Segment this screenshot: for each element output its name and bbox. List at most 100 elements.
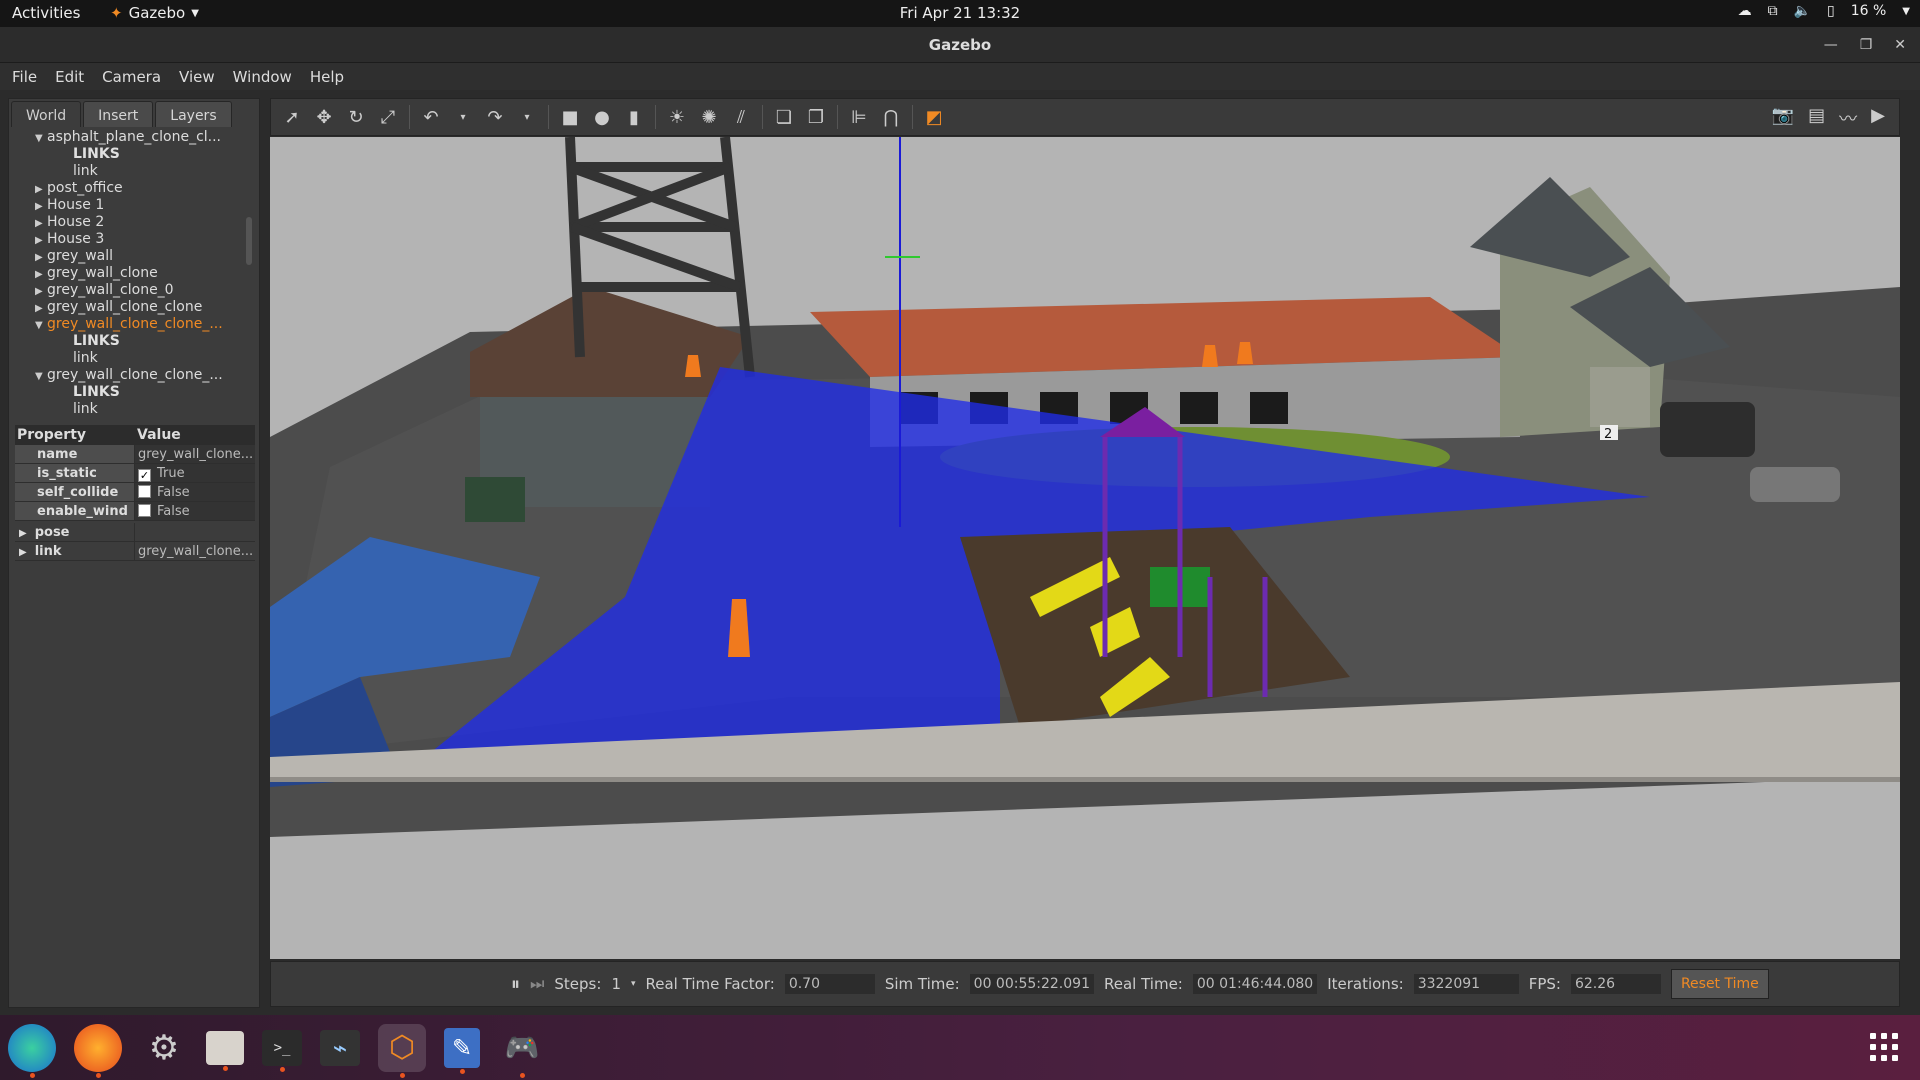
- menu-file[interactable]: File: [12, 68, 37, 86]
- directional-light-icon[interactable]: ⫽: [730, 107, 752, 128]
- tab-layers[interactable]: Layers: [155, 101, 232, 127]
- property-row-self-collide[interactable]: self_collide False: [15, 483, 255, 502]
- firefox-icon[interactable]: [74, 1023, 122, 1078]
- caret-down-icon[interactable]: ▼: [35, 317, 47, 334]
- tree-item[interactable]: ▶ post_office: [11, 180, 256, 197]
- world-tree[interactable]: ▼ asphalt_plane_clone_cl... LINKS link ▶ post…: [11, 129, 256, 419]
- undo-history-icon[interactable]: ▾: [452, 112, 474, 123]
- tree-item[interactable]: ▶ grey_wall_clone_0: [11, 282, 256, 299]
- tree-item-label: link: [73, 163, 98, 179]
- tree-item[interactable]: ▼ grey_wall_clone_clone_...: [11, 367, 256, 384]
- property-row-name[interactable]: name grey_wall_clone...: [15, 445, 255, 464]
- tab-world[interactable]: World: [11, 101, 82, 127]
- cylinder-shape-icon[interactable]: ▮: [623, 107, 645, 128]
- tree-item[interactable]: ▶ grey_wall_clone: [11, 265, 256, 282]
- tree-item[interactable]: ▼ grey_wall_clone_clone_...: [11, 316, 256, 333]
- menu-window[interactable]: Window: [233, 68, 292, 86]
- sphere-shape-icon[interactable]: ●: [591, 107, 613, 128]
- clock[interactable]: Fri Apr 21 13:32: [900, 4, 1020, 22]
- box-shape-icon[interactable]: ■: [559, 107, 581, 128]
- tree-item[interactable]: LINKS: [11, 146, 256, 163]
- tab-insert[interactable]: Insert: [83, 101, 154, 127]
- tree-item[interactable]: link: [11, 401, 256, 418]
- tree-item[interactable]: ▶ House 2: [11, 214, 256, 231]
- tree-item[interactable]: ▶ grey_wall: [11, 248, 256, 265]
- caret-right-icon[interactable]: ▶: [35, 232, 47, 249]
- rotate-mode-icon[interactable]: ↻: [345, 107, 367, 128]
- select-mode-icon[interactable]: ➚: [281, 107, 303, 128]
- game-controller-icon[interactable]: 🎮: [498, 1024, 546, 1078]
- minimize-icon[interactable]: —: [1824, 27, 1838, 63]
- property-row-is-static[interactable]: is_static ✓ True: [15, 464, 255, 483]
- caret-right-icon[interactable]: ▶: [35, 181, 47, 198]
- close-icon[interactable]: ✕: [1894, 27, 1906, 63]
- settings-icon[interactable]: ⚙: [140, 1024, 188, 1072]
- log-icon[interactable]: ▤: [1808, 105, 1825, 131]
- redo-icon[interactable]: ↷: [484, 107, 506, 128]
- caret-down-icon[interactable]: ▼: [35, 368, 47, 385]
- scene-viewport[interactable]: 2: [270, 137, 1900, 959]
- tree-item[interactable]: ▶ House 3: [11, 231, 256, 248]
- scene-render[interactable]: 2: [270, 137, 1900, 959]
- menu-help[interactable]: Help: [310, 68, 344, 86]
- caret-down-icon[interactable]: ▼: [35, 130, 47, 147]
- edge-browser-icon[interactable]: [8, 1023, 56, 1078]
- undo-icon[interactable]: ↶: [420, 107, 442, 128]
- snap-icon[interactable]: ⋂: [880, 107, 902, 128]
- property-group-pose[interactable]: ▶ pose: [15, 523, 255, 542]
- tree-item[interactable]: ▼ asphalt_plane_clone_cl...: [11, 129, 256, 146]
- gazebo-icon[interactable]: ⬡: [378, 1023, 426, 1078]
- caret-right-icon: ▶: [19, 528, 27, 539]
- terminal-icon[interactable]: >_: [262, 1029, 302, 1072]
- app-menu[interactable]: ✦ Gazebo ▼: [110, 4, 199, 22]
- scale-mode-icon[interactable]: ⤢: [377, 107, 399, 128]
- is-static-checkbox[interactable]: ✓: [138, 469, 151, 482]
- spot-light-icon[interactable]: ✺: [698, 107, 720, 128]
- chevron-down-icon[interactable]: ▾: [631, 979, 636, 989]
- tree-item[interactable]: LINKS: [11, 333, 256, 350]
- tree-item[interactable]: LINKS: [11, 384, 256, 401]
- caret-right-icon[interactable]: ▶: [35, 249, 47, 266]
- paste-icon[interactable]: ❐: [805, 107, 827, 128]
- copy-icon[interactable]: ❏: [773, 107, 795, 128]
- menu-view[interactable]: View: [179, 68, 215, 86]
- reset-time-button[interactable]: Reset Time: [1670, 969, 1769, 999]
- translate-mode-icon[interactable]: ✥: [313, 107, 335, 128]
- caret-right-icon[interactable]: ▶: [35, 215, 47, 232]
- window-titlebar[interactable]: Gazebo — ❐ ✕: [0, 27, 1920, 63]
- text-editor-icon[interactable]: ✎: [444, 1027, 480, 1074]
- files-icon[interactable]: [206, 1030, 244, 1071]
- property-group-link[interactable]: ▶ link grey_wall_clone...: [15, 542, 255, 561]
- caret-right-icon[interactable]: ▶: [35, 283, 47, 300]
- system-tray[interactable]: ☁ ⧉ 🔈 ▯ 16 % ▼: [1738, 3, 1910, 19]
- step-icon[interactable]: ⏭: [530, 974, 544, 994]
- pause-icon[interactable]: ⏸: [511, 974, 520, 995]
- caret-right-icon[interactable]: ▶: [35, 198, 47, 215]
- redo-history-icon[interactable]: ▾: [516, 112, 538, 123]
- property-value[interactable]: grey_wall_clone...: [135, 445, 255, 463]
- caret-right-icon[interactable]: ▶: [35, 266, 47, 283]
- property-row-enable-wind[interactable]: enable_wind False: [15, 502, 255, 521]
- menu-camera[interactable]: Camera: [102, 68, 161, 86]
- tree-item[interactable]: link: [11, 163, 256, 180]
- caret-right-icon[interactable]: ▶: [35, 300, 47, 317]
- self-collide-checkbox[interactable]: [138, 485, 151, 498]
- tree-item[interactable]: link: [11, 350, 256, 367]
- show-apps-grid-icon[interactable]: [1870, 1033, 1898, 1061]
- align-icon[interactable]: ⊫: [848, 107, 870, 128]
- tree-item-label: post_office: [47, 180, 123, 196]
- enable-wind-checkbox[interactable]: [138, 504, 151, 517]
- menu-edit[interactable]: Edit: [55, 68, 84, 86]
- activities-button[interactable]: Activities: [12, 4, 80, 22]
- plot-icon[interactable]: 〰: [1839, 105, 1857, 131]
- video-record-icon[interactable]: ▶: [1871, 105, 1885, 131]
- screenshot-icon[interactable]: 📷: [1772, 105, 1794, 131]
- tree-item[interactable]: ▶ House 1: [11, 197, 256, 214]
- steps-value[interactable]: 1: [611, 975, 621, 993]
- maximize-icon[interactable]: ❐: [1860, 27, 1873, 63]
- system-monitor-icon[interactable]: ⌁: [320, 1029, 360, 1066]
- caret-right-icon: ▶: [19, 547, 27, 558]
- view-angle-icon[interactable]: ◩: [923, 107, 945, 128]
- tree-item[interactable]: ▶ grey_wall_clone_clone: [11, 299, 256, 316]
- point-light-icon[interactable]: ☀: [666, 107, 688, 128]
